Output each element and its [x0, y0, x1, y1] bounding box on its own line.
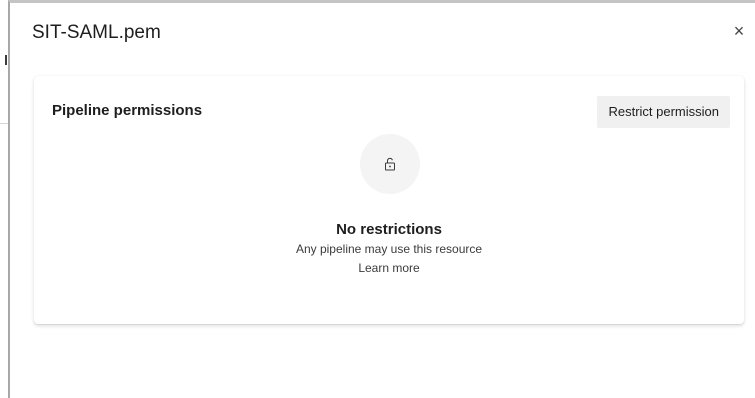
screen: SIT-SAML.pem × Pipeline permissions Rest… — [0, 0, 755, 398]
learn-more-link[interactable]: Learn more — [358, 261, 419, 275]
backdrop-divider — [5, 55, 7, 65]
empty-state-description: Any pipeline may use this resource — [295, 242, 483, 256]
dialog-title: SIT-SAML.pem — [32, 22, 161, 43]
empty-state-icon-circle — [360, 134, 420, 194]
pipeline-permissions-card: Pipeline permissions Restrict permission… — [34, 76, 744, 324]
empty-state-title: No restrictions — [336, 221, 442, 238]
unlock-icon — [385, 157, 395, 171]
backdrop-rule — [0, 123, 8, 124]
card-heading: Pipeline permissions — [52, 102, 203, 119]
learn-more-row: Learn more — [34, 260, 744, 277]
restrict-permission-button[interactable]: Restrict permission — [597, 96, 730, 128]
close-icon: × — [733, 21, 745, 41]
page-backdrop — [0, 0, 8, 398]
secure-file-dialog: SIT-SAML.pem × Pipeline permissions Rest… — [8, 0, 755, 398]
close-button[interactable]: × — [729, 19, 749, 43]
